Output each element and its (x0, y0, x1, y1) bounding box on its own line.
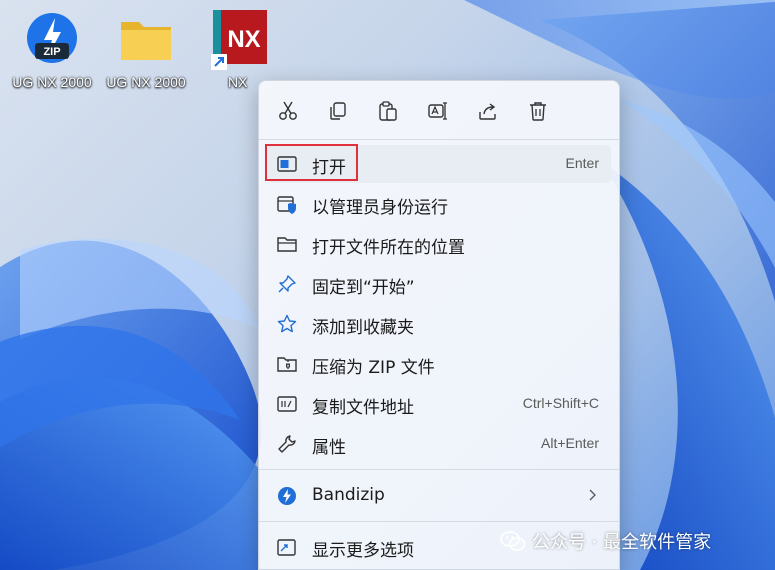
paste-icon (379, 101, 397, 121)
rename-icon (428, 102, 447, 120)
menu-separator (259, 139, 619, 140)
delete-button[interactable] (522, 95, 554, 127)
menu-item-label: 压缩为 ZIP 文件 (312, 358, 435, 378)
share-icon (479, 103, 496, 120)
desktop-icon-zip[interactable]: ZIP UG NX 2000 (4, 6, 100, 96)
star-icon (277, 314, 297, 333)
zip-badge-text: ZIP (43, 46, 60, 58)
desktop-icon-folder[interactable]: UG NX 2000 (98, 6, 194, 96)
menu-item-copy-path[interactable]: 复制文件地址 Ctrl+Shift+C (267, 385, 611, 423)
wechat-icon (500, 531, 526, 551)
folder-icon (117, 10, 175, 70)
rename-button[interactable] (422, 95, 454, 127)
cut-button[interactable] (272, 95, 304, 127)
menu-item-label: 添加到收藏夹 (312, 318, 414, 338)
trash-icon (530, 102, 546, 121)
menu-item-run-as-admin[interactable]: 以管理员身份运行 (267, 185, 611, 223)
annotation-highlight-box (265, 144, 358, 181)
wrench-icon (278, 435, 296, 453)
menu-item-open-file-location[interactable]: 打开文件所在的位置 (267, 225, 611, 263)
menu-item-add-to-favorites[interactable]: 添加到收藏夹 (267, 305, 611, 343)
admin-shield-icon (277, 196, 296, 214)
copy-path-icon (277, 396, 297, 412)
menu-item-bandizip[interactable]: Bandizip (267, 477, 611, 515)
share-button[interactable] (472, 95, 504, 127)
menu-item-compress-zip[interactable]: 压缩为 ZIP 文件 (267, 345, 611, 383)
nx-badge-text: NX (227, 26, 260, 53)
bandizip-zip-icon: ZIP (24, 10, 80, 70)
menu-item-pin-to-start[interactable]: 固定到“开始” (267, 265, 611, 303)
menu-item-shortcut: Enter (565, 155, 599, 171)
menu-item-label: 显示更多选项 (312, 541, 414, 561)
zip-folder-icon (277, 357, 297, 372)
context-menu-toolbar (259, 81, 619, 139)
menu-item-label: 复制文件地址 (312, 398, 414, 418)
scissors-icon (279, 101, 297, 120)
paste-button[interactable] (372, 95, 404, 127)
watermark: 公众号 · 最全软件管家 (500, 527, 770, 555)
menu-item-shortcut: Alt+Enter (541, 435, 599, 451)
chevron-right-icon (589, 489, 596, 501)
folder-outline-icon (277, 237, 297, 252)
copy-icon (330, 102, 346, 120)
menu-item-label: Bandizip (312, 485, 385, 505)
menu-item-label: 以管理员身份运行 (312, 198, 448, 218)
watermark-text: 公众号 · 最全软件管家 (532, 532, 712, 553)
desktop: ZIP UG NX 2000 UG NX 2000 NX NX 打开 Enter… (0, 0, 775, 570)
menu-item-label: 打开文件所在的位置 (312, 238, 465, 258)
menu-separator (259, 521, 619, 522)
desktop-icon-label: UG NX 2000 (12, 74, 92, 90)
pin-icon (278, 275, 296, 293)
bandizip-icon (278, 487, 296, 505)
menu-item-shortcut: Ctrl+Shift+C (522, 395, 599, 411)
menu-item-properties[interactable]: 属性 Alt+Enter (267, 425, 611, 463)
menu-item-label: 属性 (312, 438, 346, 458)
more-options-icon (277, 539, 296, 556)
copy-button[interactable] (322, 95, 354, 127)
menu-item-label: 固定到“开始” (312, 278, 415, 298)
nx-app-shortcut-icon: NX (209, 8, 273, 74)
menu-separator (259, 469, 619, 470)
desktop-icon-label: UG NX 2000 (106, 74, 186, 90)
